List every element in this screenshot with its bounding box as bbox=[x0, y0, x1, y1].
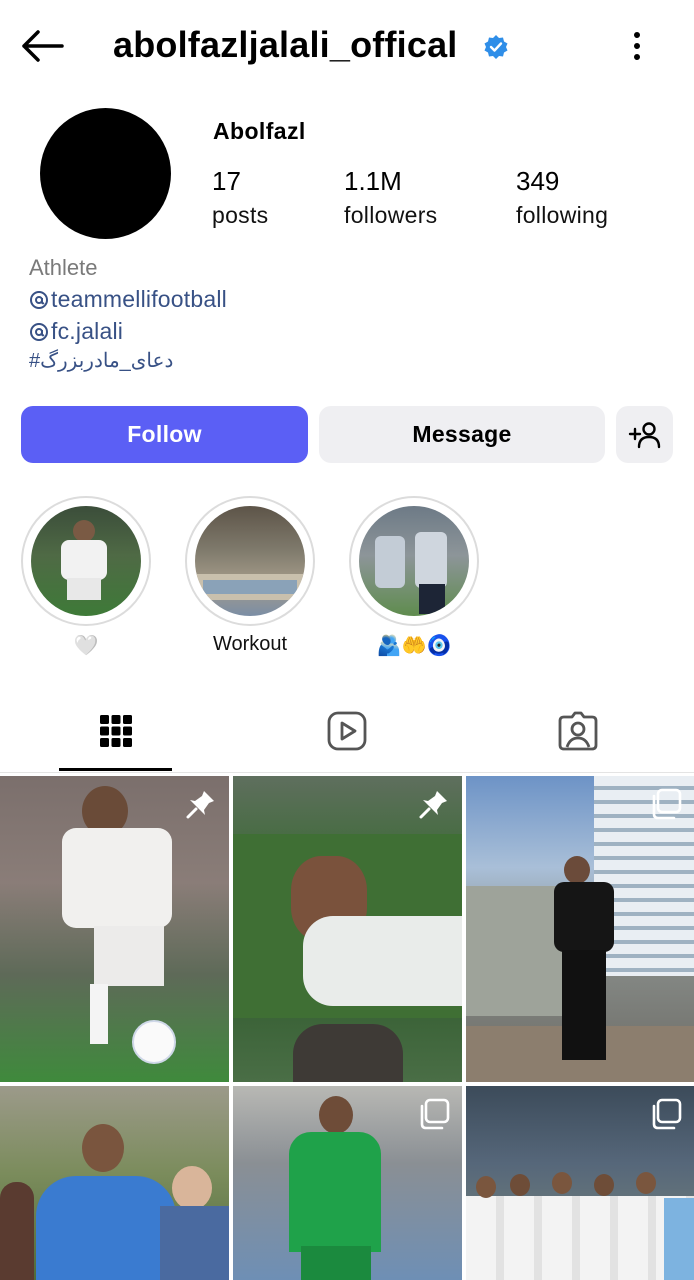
threads-link-text: teammellifootball bbox=[51, 286, 227, 312]
grid-icon bbox=[99, 715, 132, 747]
highlight-1-label: 🤍 bbox=[73, 635, 99, 657]
tab-divider bbox=[0, 772, 694, 773]
back-button[interactable] bbox=[18, 22, 66, 70]
tab-posts-grid[interactable] bbox=[59, 690, 172, 772]
threads-icon bbox=[30, 322, 48, 341]
selected-tab-indicator bbox=[59, 768, 172, 771]
threads-link-fcjalali[interactable]: fc.jalali bbox=[29, 318, 123, 345]
highlight-2-cover bbox=[195, 506, 305, 616]
post-4[interactable] bbox=[0, 1086, 229, 1280]
vertical-ellipsis-icon bbox=[634, 32, 640, 60]
tab-tagged[interactable] bbox=[521, 690, 634, 772]
message-button[interactable]: Message bbox=[319, 406, 605, 463]
suggest-users-button[interactable] bbox=[616, 406, 673, 463]
carousel-icon bbox=[652, 788, 682, 820]
tab-reels[interactable] bbox=[290, 690, 403, 772]
arrow-left-icon bbox=[22, 30, 64, 62]
reels-icon bbox=[327, 711, 366, 751]
pin-icon bbox=[419, 791, 447, 819]
highlight-1-cover bbox=[31, 506, 141, 616]
tagged-icon bbox=[558, 711, 597, 751]
bio-hashtag[interactable]: #دعای_مادربزرگ bbox=[29, 348, 173, 373]
post-3[interactable] bbox=[466, 776, 694, 1082]
highlight-2[interactable] bbox=[185, 496, 315, 626]
verified-badge-icon bbox=[484, 35, 508, 59]
pin-icon bbox=[186, 791, 214, 819]
profile-username: abolfazljalali_offical bbox=[113, 24, 458, 65]
highlight-1[interactable] bbox=[21, 496, 151, 626]
profile-category: Athlete bbox=[29, 255, 98, 280]
followers-label[interactable]: followers bbox=[344, 202, 437, 229]
carousel-icon bbox=[420, 1098, 450, 1130]
highlight-2-label: Workout bbox=[212, 633, 288, 655]
add-person-icon bbox=[628, 421, 660, 448]
post-6[interactable] bbox=[466, 1086, 694, 1280]
threads-link-teammelli[interactable]: teammellifootball bbox=[29, 286, 227, 313]
follow-button[interactable]: Follow bbox=[21, 406, 308, 463]
highlight-3[interactable] bbox=[349, 496, 479, 626]
followers-count[interactable]: 1.1M bbox=[344, 166, 402, 197]
profile-avatar[interactable] bbox=[40, 108, 171, 239]
post-2[interactable] bbox=[233, 776, 462, 1082]
highlight-3-label: 🫂🤲🧿 bbox=[376, 635, 452, 657]
display-name: Abolfazl bbox=[213, 118, 306, 144]
posts-count: 17 bbox=[212, 166, 241, 196]
post-1[interactable] bbox=[0, 776, 229, 1082]
highlight-3-cover bbox=[359, 506, 469, 616]
post-5[interactable] bbox=[233, 1086, 462, 1280]
following-label[interactable]: following bbox=[516, 202, 608, 229]
threads-link-text: fc.jalali bbox=[51, 318, 124, 344]
carousel-icon bbox=[652, 1098, 682, 1130]
following-count[interactable]: 349 bbox=[516, 166, 559, 197]
posts-label: posts bbox=[212, 202, 269, 228]
more-options-button[interactable] bbox=[620, 24, 654, 68]
threads-icon bbox=[30, 290, 48, 309]
